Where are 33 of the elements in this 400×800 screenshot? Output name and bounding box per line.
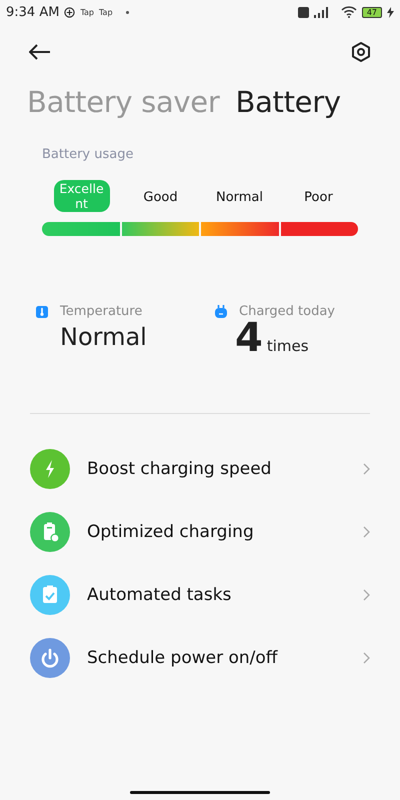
settings-icon[interactable] [350,40,372,62]
menu-item-label: Schedule power on/off [87,648,279,668]
section-title: Battery usage [42,147,134,162]
back-icon[interactable] [29,44,51,60]
stat-label: Temperature [60,304,142,319]
menu-item-label: Automated tasks [87,584,232,604]
level-label: Good [143,189,178,205]
chevron-icon [363,462,370,474]
menu-item-label: Optimized charging [87,522,255,542]
level-label: Excellent [54,180,110,212]
dot-icon [126,10,129,14]
status-time: 9:34 AM [6,4,60,20]
chevron-icon [363,526,370,538]
thermometer-icon [36,306,48,318]
level-label: Normal [216,189,264,205]
tab[interactable]: Battery [235,85,341,119]
notification-label: Tap [98,8,113,16]
level-label: Poor [304,189,333,205]
add-circle-icon [64,6,76,18]
menu-item-label: Boost charging speed [87,458,272,478]
plug-icon [215,305,227,318]
chevron-icon [363,588,370,600]
stat-unit: times [266,337,309,355]
menu-item[interactable]: Boost charging speed [30,437,370,500]
chevron-icon [363,652,370,664]
battery-indicator: 47 [362,6,382,18]
notification-label: Tap [80,8,94,16]
menu-item[interactable]: Automated tasks [30,563,370,626]
stat-value: Normal [60,323,147,351]
wifi-icon [340,6,357,18]
menu-item[interactable]: Optimized charging [30,500,370,563]
menu-item[interactable]: Schedule power on/off [30,626,370,689]
charging-icon [387,6,394,18]
